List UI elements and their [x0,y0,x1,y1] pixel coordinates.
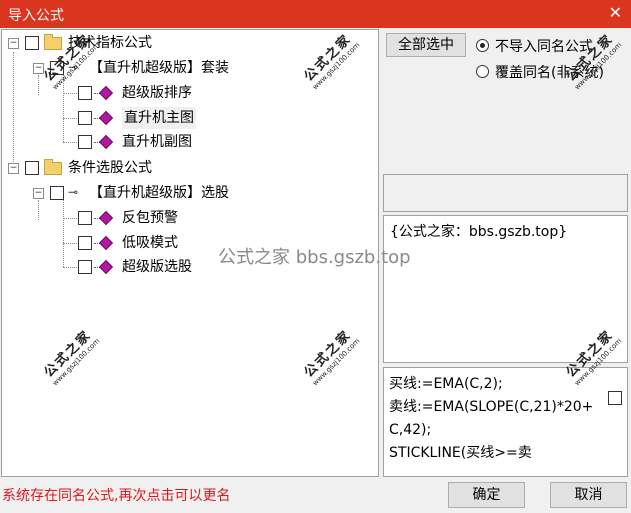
code-text: 买线:=EMA(C,2); 卖线:=EMA(SLOPE(C,21)*20+C,4… [389,376,594,461]
formula-icon [98,259,114,275]
item-label-selected: 直升机主图 [122,107,196,129]
tree-connector [63,142,77,143]
collapse-icon[interactable]: − [33,188,44,199]
radio-skip-same-name[interactable] [476,39,489,52]
item-label: 超级版排序 [122,85,192,101]
select-all-button[interactable]: 全部选中 [386,33,466,57]
ok-button[interactable]: 确定 [448,482,525,508]
key-icon: ⊸ [68,60,79,74]
item-checkbox[interactable] [78,111,92,125]
radio-skip-label[interactable]: 不导入同名公式 [495,36,593,56]
tree-connector [63,93,77,94]
tree-connector [38,200,39,220]
tree-connector [63,218,77,219]
formula-icon [98,235,114,251]
collapse-icon[interactable]: − [8,38,19,49]
code-checkbox[interactable] [608,391,622,405]
group-checkbox[interactable] [25,161,39,175]
tree-connector [63,243,77,244]
group-label: 条件选股公式 [68,160,152,176]
item-checkbox[interactable] [78,260,92,274]
key-icon: ⊸ [68,185,79,199]
item-label: 反包预警 [122,210,178,226]
group-checkbox[interactable] [25,36,39,50]
title-bar: 导入公式 ✕ [0,0,631,28]
folder-icon [44,34,62,50]
item-checkbox[interactable] [78,211,92,225]
subgroup-checkbox[interactable] [50,61,64,75]
formula-icon [98,210,114,226]
radio-overwrite[interactable] [476,65,489,78]
watermark-text: 公式之家 bbs.gszb.top [218,247,411,268]
item-label: 直升机副图 [122,134,192,150]
collapse-icon[interactable]: − [33,63,44,74]
cancel-button[interactable]: 取消 [550,482,627,508]
folder-icon [44,159,62,175]
radio-overwrite-label[interactable]: 覆盖同名(非系统) [495,62,604,82]
tree-connector [38,75,39,95]
description-text: {公式之家：bbs.gszb.top} [390,224,568,240]
description-box[interactable]: {公式之家：bbs.gszb.top} [383,215,628,363]
subgroup-checkbox[interactable] [50,186,64,200]
tree-connector [63,75,64,142]
group-label: 技术指标公式 [68,35,152,51]
formula-name-field[interactable] [383,174,628,212]
formula-icon [98,134,114,150]
tree-connector [63,267,77,268]
item-checkbox[interactable] [78,236,92,250]
subgroup-label: 【直升机超级版】选股 [89,185,229,201]
collapse-icon[interactable]: − [8,163,19,174]
tree-connector [13,52,14,168]
formula-icon [98,85,114,101]
tree-connector [63,118,77,119]
subgroup-label: 【直升机超级版】套装 [89,60,229,76]
tree-connector [63,200,64,267]
code-box[interactable]: 买线:=EMA(C,2); 卖线:=EMA(SLOPE(C,21)*20+C,4… [383,367,628,477]
formula-icon [98,110,114,126]
window-title: 导入公式 [8,8,64,24]
item-label: 低吸模式 [122,235,178,251]
item-checkbox[interactable] [78,86,92,100]
item-label: 超级版选股 [122,259,192,275]
item-checkbox[interactable] [78,135,92,149]
status-message: 系统存在同名公式,再次点击可以更名 [2,488,231,504]
close-icon[interactable]: ✕ [609,3,622,22]
